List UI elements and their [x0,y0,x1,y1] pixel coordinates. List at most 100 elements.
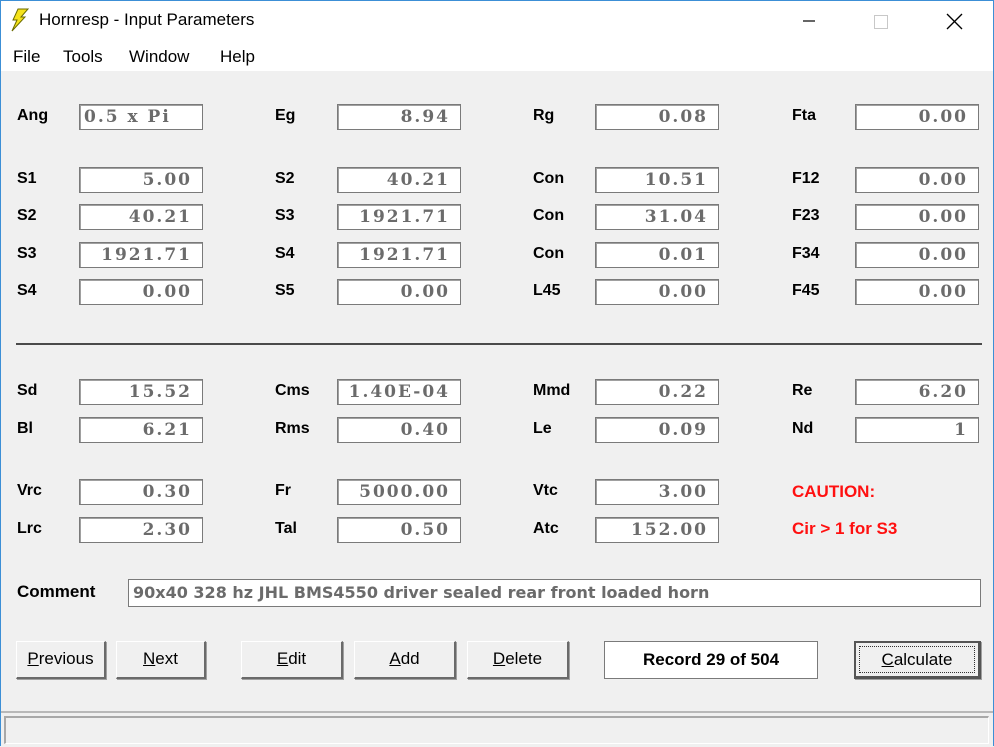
close-button[interactable] [932,1,978,41]
param-input-s4-3-1[interactable]: 1921.71 [337,242,461,268]
edit-button[interactable]: Edit [241,641,343,679]
param-label-s2-1-1: S2 [275,170,295,187]
param-input-con-2-2[interactable]: 31.04 [595,204,719,230]
previous-button[interactable]: Previous [16,641,106,679]
param-input-l45-4-2[interactable]: 0.00 [595,279,719,305]
param-input-le-6-2[interactable]: 0.09 [595,417,719,443]
param-label-rg-0-2: Rg [533,107,555,124]
param-label-nd-6-3: Nd [792,420,814,437]
statusbar-separator [1,711,993,713]
edit-label: dit [288,649,307,668]
param-input-con-3-2[interactable]: 0.01 [595,242,719,268]
param-label-f45-4-3: F45 [792,282,820,299]
add-mnemonic: A [389,649,401,668]
add-button[interactable]: Add [354,641,456,679]
param-label-mmd-5-2: Mmd [533,382,571,399]
param-input-mmd-5-2[interactable]: 0.22 [595,379,719,405]
param-input-cms-5-1[interactable]: 1.40E-04 [337,379,461,405]
param-label-f34-3-3: F34 [792,245,820,262]
param-input-s4-4-0[interactable]: 0.00 [79,279,203,305]
section-divider [16,343,982,345]
menu-window[interactable]: Window [129,47,189,67]
next-button[interactable]: Next [116,641,206,679]
status-bar [4,716,989,744]
menu-help[interactable]: Help [220,47,255,67]
minimize-icon [803,20,815,22]
param-input-s5-4-1[interactable]: 0.00 [337,279,461,305]
param-input-fta-0-3[interactable]: 0.00 [855,104,979,130]
param-label-tal-8-1: Tal [275,520,297,537]
param-input-s3-2-1[interactable]: 1921.71 [337,204,461,230]
param-label-s2-2-0: S2 [17,207,37,224]
param-label-s3-3-0: S3 [17,245,37,262]
param-label-l45-4-2: L45 [533,282,561,299]
param-label-con-1-2: Con [533,170,565,187]
lightning-bolt-icon [11,8,30,32]
param-input-sd-5-0[interactable]: 15.52 [79,379,203,405]
param-input-vrc-7-0[interactable]: 0.30 [79,479,203,505]
param-label-s4-3-1: S4 [275,245,295,262]
param-input-eg-0-1[interactable]: 8.94 [337,104,461,130]
menu-file[interactable]: File [13,47,40,67]
param-input-f23-2-3[interactable]: 0.00 [855,204,979,230]
param-input-lrc-8-0[interactable]: 2.30 [79,517,203,543]
comment-label: Comment [17,582,96,601]
param-input-rms-6-1[interactable]: 0.40 [337,417,461,443]
param-label-lrc-8-0: Lrc [17,520,42,537]
maximize-icon [874,15,888,29]
param-label-ang-0-0: Ang [17,107,49,124]
param-label-atc-8-2: Atc [533,520,559,537]
param-label-fr-7-1: Fr [275,482,291,499]
param-input-atc-8-2[interactable]: 152.00 [595,517,719,543]
caution-message: Cir > 1 for S3 [792,519,898,538]
close-icon [946,13,963,30]
param-label-vtc-7-2: Vtc [533,482,558,499]
param-input-bl-6-0[interactable]: 6.21 [79,417,203,443]
param-input-con-1-2[interactable]: 10.51 [595,167,719,193]
param-input-s3-3-0[interactable]: 1921.71 [79,242,203,268]
record-indicator: Record 29 of 504 [604,641,818,679]
param-label-rms-6-1: Rms [275,420,310,437]
param-input-vtc-7-2[interactable]: 3.00 [595,479,719,505]
param-label-s1-1-0: S1 [17,170,37,187]
param-label-le-6-2: Le [533,420,552,437]
param-label-con-2-2: Con [533,207,565,224]
delete-mnemonic: D [492,649,506,668]
add-label: dd [400,649,420,668]
param-input-f34-3-3[interactable]: 0.00 [855,242,979,268]
param-label-eg-0-1: Eg [275,107,296,124]
title-bar: Hornresp - Input Parameters [1,1,993,41]
param-input-fr-7-1[interactable]: 5000.00 [337,479,461,505]
next-label: ext [155,649,178,668]
param-input-s2-2-0[interactable]: 40.21 [79,204,203,230]
maximize-button[interactable] [858,1,904,41]
previous-label: revious [38,649,94,668]
param-input-f12-1-3[interactable]: 0.00 [855,167,979,193]
window-title: Hornresp - Input Parameters [39,10,255,29]
menu-tools[interactable]: Tools [63,47,103,67]
param-label-con-3-2: Con [533,245,565,262]
param-label-fta-0-3: Fta [792,107,816,124]
param-input-f45-4-3[interactable]: 0.00 [855,279,979,305]
param-input-tal-8-1[interactable]: 0.50 [337,517,461,543]
delete-button[interactable]: Delete [467,641,569,679]
next-mnemonic: N [143,649,156,668]
edit-mnemonic: E [276,649,289,668]
param-input-nd-6-3[interactable]: 1 [855,417,979,443]
previous-mnemonic: P [27,649,39,668]
comment-input[interactable]: 90x40 328 hz JHL BMS4550 driver sealed r… [128,579,981,607]
param-input-rg-0-2[interactable]: 0.08 [595,104,719,130]
hornresp-window: Hornresp - Input Parameters File Tools W… [0,0,994,746]
param-input-re-5-3[interactable]: 6.20 [855,379,979,405]
param-label-f23-2-3: F23 [792,207,820,224]
minimize-button[interactable] [786,1,832,41]
param-input-s2-1-1[interactable]: 40.21 [337,167,461,193]
focus-rectangle [859,646,975,673]
menu-bar: File Tools Window Help [1,41,993,71]
param-input-s1-1-0[interactable]: 5.00 [79,167,203,193]
param-input-ang-0-0[interactable]: 0.5 x Pi [79,104,203,130]
param-label-s5-4-1: S5 [275,282,295,299]
calculate-button[interactable]: Calculate [854,641,981,679]
param-label-bl-6-0: Bl [17,420,33,437]
delete-label: elete [505,649,543,668]
